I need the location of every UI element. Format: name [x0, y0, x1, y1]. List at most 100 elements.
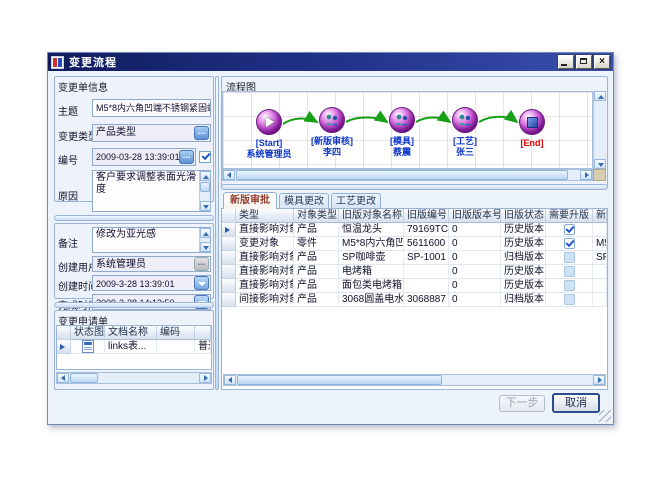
scroll-left-icon[interactable]	[224, 375, 236, 385]
flow-node-start[interactable]	[256, 109, 282, 135]
scroll-down-icon[interactable]	[200, 242, 211, 252]
change-request-grid: 状态图 文档名称 编码 links表... 普通	[56, 325, 212, 370]
col-old-ver[interactable]: 旧版版本号	[449, 209, 501, 223]
scroll-up-icon[interactable]	[594, 91, 606, 101]
people-icon	[394, 114, 410, 126]
cell-new-name: SP咖	[593, 251, 607, 265]
request-cell-code	[157, 340, 195, 354]
cancel-button[interactable]: 取消	[552, 393, 600, 413]
request-grid-header: 状态图 文档名称 编码	[57, 326, 211, 340]
right-splitter[interactable]	[221, 184, 608, 190]
cell-old-ver: 0	[449, 237, 501, 251]
selected-row-icon	[225, 227, 230, 233]
cell-old-status: 历史版本	[501, 279, 546, 293]
request-grid-hscrollbar[interactable]	[56, 372, 212, 384]
scroll-thumb[interactable]	[236, 170, 568, 180]
tab-new-version-approval[interactable]: 新版审批	[223, 192, 277, 209]
request-col-docname[interactable]: 文档名称	[105, 326, 157, 340]
col-obj-type[interactable]: 对象类型	[294, 209, 339, 223]
upgrade-checkbox[interactable]	[564, 266, 575, 277]
flow-node-review[interactable]	[319, 107, 345, 133]
col-old-status[interactable]: 旧版状态	[501, 209, 546, 223]
next-button[interactable]: 下一步	[499, 395, 545, 412]
col-type[interactable]: 类型	[236, 209, 294, 223]
table-row[interactable]: 直接影响对象 产品 恒温龙头 79169TC 0 历史版本	[222, 223, 607, 237]
scroll-thumb[interactable]	[70, 373, 98, 383]
number-browse-button[interactable]: ...	[179, 150, 194, 164]
reason-textarea[interactable]: 客户要求调整表面光滑度	[92, 170, 211, 212]
left-splitter-1[interactable]	[54, 215, 214, 221]
request-col-extra[interactable]	[195, 326, 211, 340]
scroll-right-icon[interactable]	[593, 375, 605, 385]
tab-process-change[interactable]: 工艺更改	[331, 193, 381, 209]
scroll-up-icon[interactable]	[200, 171, 211, 181]
scroll-down-icon[interactable]	[594, 159, 606, 169]
impact-grid-hscrollbar[interactable]	[223, 374, 606, 386]
flow-node-label: [新版审核] 李四	[294, 136, 370, 159]
table-row[interactable]: 直接影响对象 产品 SP咖啡壶 SP-1001 0 归档版本 SP咖	[222, 251, 607, 265]
table-row[interactable]: 间接影响对象 产品 3068圆盖电水壶 3068887 0 归档版本	[222, 293, 607, 307]
col-old-name[interactable]: 旧版对象名称	[339, 209, 404, 223]
flow-node-mold[interactable]	[389, 107, 415, 133]
upgrade-checkbox[interactable]	[564, 238, 575, 249]
flow-vscrollbar[interactable]	[593, 91, 606, 169]
scroll-up-icon[interactable]	[200, 228, 211, 238]
maximize-button[interactable]	[576, 55, 592, 69]
left-splitter-2[interactable]	[54, 302, 214, 308]
cell-obj-type: 零件	[294, 237, 339, 251]
change-type-browse-button[interactable]: ...	[194, 126, 209, 140]
subject-input[interactable]: M5*8内六角凹端不锈钢紧固螺钉	[92, 99, 211, 117]
minimize-button[interactable]	[558, 55, 574, 69]
reason-label: 原因	[58, 188, 78, 203]
request-col-status[interactable]: 状态图	[71, 326, 105, 340]
selected-row-icon	[60, 344, 65, 350]
upgrade-checkbox[interactable]	[564, 280, 575, 291]
change-order-info-header: 变更单信息	[58, 79, 108, 94]
maximize-icon	[580, 58, 587, 64]
cell-old-no: 3068887	[404, 293, 449, 307]
resize-grip-icon[interactable]	[599, 410, 611, 422]
remark-scrollbar[interactable]	[199, 228, 210, 252]
tab-mold-change[interactable]: 模具更改	[279, 193, 329, 209]
titlebar[interactable]: 变更流程 ×	[48, 53, 613, 71]
app-icon	[51, 56, 64, 69]
scroll-down-icon[interactable]	[200, 201, 211, 211]
request-cell-docname: links表...	[105, 340, 157, 354]
table-row[interactable]: 直接影响对象 产品 面包类电烤箱 0 历史版本	[222, 279, 607, 293]
reason-scrollbar[interactable]	[199, 171, 210, 211]
upgrade-checkbox[interactable]	[564, 252, 575, 263]
scroll-left-icon[interactable]	[57, 373, 69, 383]
remark-textarea[interactable]: 修改为亚光感	[92, 227, 211, 253]
panel-vertical-splitter[interactable]	[215, 76, 219, 390]
upgrade-checkbox[interactable]	[564, 294, 575, 305]
scroll-left-icon[interactable]	[223, 170, 235, 180]
col-new[interactable]: 新版	[593, 209, 607, 223]
scroll-thumb[interactable]	[237, 375, 442, 385]
flow-step-person: 李四	[294, 147, 370, 158]
number-checkbox[interactable]	[199, 151, 211, 163]
cell-old-name: SP咖啡壶	[339, 251, 404, 265]
scroll-right-icon[interactable]	[580, 170, 592, 180]
request-row[interactable]: links表... 普通	[57, 340, 211, 354]
cell-upgrade	[546, 223, 593, 237]
close-button[interactable]: ×	[594, 55, 610, 69]
col-upgrade[interactable]: 需要升版	[546, 209, 593, 223]
scroll-right-icon[interactable]	[199, 373, 211, 383]
scroll-thumb[interactable]	[200, 182, 210, 192]
table-row[interactable]: 变更对象 零件 M5*8内六角凹... 5611600 0 历史版本 M5*8	[222, 237, 607, 251]
flow-canvas[interactable]: [Start] 系统管理员 [新版审核] 李四 [模具] 蔡震 [工艺] 张三 …	[222, 91, 593, 169]
creator-browse-button[interactable]: ...	[194, 257, 209, 271]
upgrade-checkbox[interactable]	[564, 224, 575, 235]
request-col-code[interactable]: 编码	[157, 326, 195, 340]
flow-hscrollbar[interactable]	[222, 169, 593, 181]
minimize-icon	[561, 64, 567, 66]
cell-upgrade	[546, 293, 593, 307]
col-old-no[interactable]: 旧版编号	[404, 209, 449, 223]
impact-grid: 类型 对象类型 旧版对象名称 旧版编号 旧版版本号 旧版状态 需要升版 新版 直…	[221, 208, 608, 390]
flow-node-end[interactable]	[519, 109, 545, 135]
people-icon	[324, 114, 340, 126]
row-indicator	[57, 340, 71, 354]
create-time-dropdown-button[interactable]	[194, 276, 209, 290]
flow-node-process[interactable]	[452, 107, 478, 133]
table-row[interactable]: 直接影响对象 产品 电烤箱 0 历史版本	[222, 265, 607, 279]
